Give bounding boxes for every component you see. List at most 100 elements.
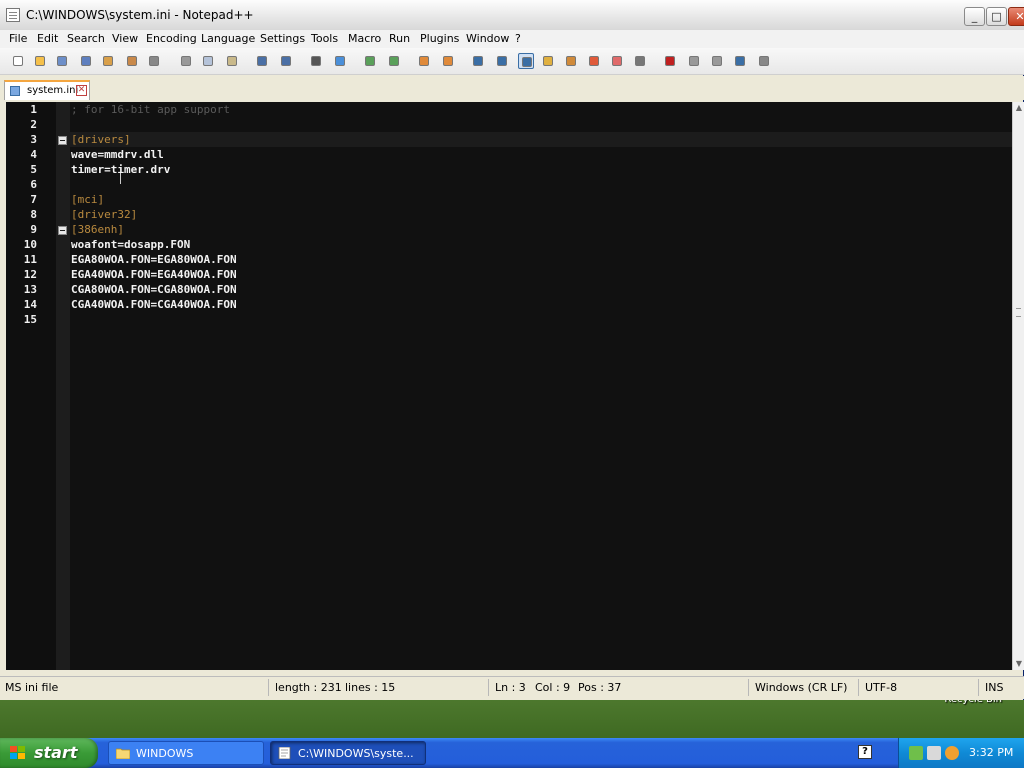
notepad-app-icon[interactable]	[6, 8, 20, 22]
save-all-icon[interactable]	[78, 53, 94, 69]
record-macro-icon[interactable]	[662, 53, 678, 69]
code-line[interactable]: wave=mmdrv.dll	[71, 148, 164, 161]
menu-bar: File Edit Search View Encoding Language …	[0, 30, 1024, 48]
search-icon[interactable]	[945, 746, 959, 760]
function-list-icon[interactable]	[563, 53, 579, 69]
undo-icon[interactable]	[254, 53, 270, 69]
taskbar-item-windows-folder[interactable]: WINDOWS	[108, 741, 264, 765]
scroll-up-icon[interactable]: ▲	[1014, 103, 1024, 113]
status-bar: MS ini file length : 231 lines : 15 Ln :…	[0, 676, 1024, 699]
taskbar-item-notepad[interactable]: C:\WINDOWS\syste...	[270, 741, 426, 765]
monitor-icon[interactable]	[609, 53, 625, 69]
monitor-icon-glyph	[612, 56, 622, 66]
code-line[interactable]: [386enh]	[71, 223, 124, 236]
code-line[interactable]: [mci]	[71, 193, 104, 206]
line-number: 8	[30, 208, 37, 221]
code-editor[interactable]: 1 ; for 16-bit app support 2 3 [drivers] 4 wav…	[6, 102, 1012, 670]
copy-icon[interactable]	[200, 53, 216, 69]
save-icon-glyph	[57, 56, 67, 66]
run-macro-multiple-icon[interactable]	[732, 53, 748, 69]
play-macro-icon[interactable]	[709, 53, 725, 69]
menu-settings[interactable]: Settings	[260, 32, 305, 45]
zoom-out-icon[interactable]	[386, 53, 402, 69]
status-divider	[268, 679, 269, 696]
eye-icon[interactable]	[632, 53, 648, 69]
eye-icon-glyph	[635, 56, 645, 66]
menu-language[interactable]: Language	[201, 32, 255, 45]
status-divider	[488, 679, 489, 696]
menu-file[interactable]: File	[9, 32, 27, 45]
safely-remove-icon[interactable]	[927, 746, 941, 760]
scroll-thumb[interactable]	[1016, 308, 1021, 317]
wrap-icon[interactable]	[470, 53, 486, 69]
sync-h-icon[interactable]	[440, 53, 456, 69]
zoom-out-icon-glyph	[389, 56, 399, 66]
save-macro-icon[interactable]	[756, 53, 772, 69]
menu-help[interactable]: ?	[515, 32, 521, 45]
network-icon[interactable]	[909, 746, 923, 760]
line-number: 7	[30, 193, 37, 206]
menu-run[interactable]: Run	[389, 32, 410, 45]
folder-workspace-icon[interactable]	[586, 53, 602, 69]
menu-search[interactable]: Search	[67, 32, 105, 45]
code-line[interactable]: timer=timer.drv	[71, 163, 170, 176]
fold-margin[interactable]	[56, 102, 70, 670]
title-bar[interactable]: C:\WINDOWS\system.ini - Notepad++ _ □ ✕	[0, 0, 1024, 31]
new-icon[interactable]	[10, 53, 26, 69]
replace-icon[interactable]	[332, 53, 348, 69]
scroll-down-icon[interactable]: ▼	[1014, 659, 1024, 669]
close-all-icon-glyph	[127, 56, 137, 66]
code-line[interactable]: [drivers]	[71, 133, 131, 146]
fold-toggle-icon[interactable]	[58, 136, 67, 145]
save-macro-icon-glyph	[759, 56, 769, 66]
replace-icon-glyph	[335, 56, 345, 66]
print-icon[interactable]	[146, 53, 162, 69]
minimize-button[interactable]: _	[964, 7, 985, 26]
sync-v-icon-glyph	[419, 56, 429, 66]
find-icon[interactable]	[308, 53, 324, 69]
status-ln: Ln : 3	[495, 681, 526, 694]
menu-edit[interactable]: Edit	[37, 32, 58, 45]
stop-macro-icon[interactable]	[686, 53, 702, 69]
code-line[interactable]: [driver32]	[71, 208, 137, 221]
close-button[interactable]: ✕	[1008, 7, 1024, 26]
tab-system-ini[interactable]: system.ini ✕	[4, 80, 90, 100]
doc-map-icon[interactable]	[540, 53, 556, 69]
tab-close-icon[interactable]: ✕	[76, 85, 87, 96]
paste-icon[interactable]	[224, 53, 240, 69]
line-number: 2	[30, 118, 37, 131]
show-all-chars-icon[interactable]	[494, 53, 510, 69]
sync-v-icon[interactable]	[416, 53, 432, 69]
menu-tools[interactable]: Tools	[311, 32, 338, 45]
save-icon[interactable]	[54, 53, 70, 69]
start-button[interactable]: start	[0, 738, 98, 768]
indent-guide-icon[interactable]	[518, 53, 534, 69]
close-icon[interactable]	[100, 53, 116, 69]
code-line[interactable]: CGA40WOA.FON=CGA40WOA.FON	[71, 298, 237, 311]
save-all-icon-glyph	[81, 56, 91, 66]
close-all-icon[interactable]	[124, 53, 140, 69]
code-line[interactable]: ; for 16-bit app support	[71, 103, 230, 116]
cut-icon[interactable]	[178, 53, 194, 69]
status-divider	[748, 679, 749, 696]
clock: 3:32 PM	[969, 746, 1014, 759]
menu-plugins[interactable]: Plugins	[420, 32, 459, 45]
code-line[interactable]: EGA40WOA.FON=EGA40WOA.FON	[71, 268, 237, 281]
indent-guide-icon-glyph	[522, 57, 532, 67]
fold-toggle-icon[interactable]	[58, 226, 67, 235]
maximize-button[interactable]: □	[986, 7, 1007, 26]
menu-encoding[interactable]: Encoding	[146, 32, 197, 45]
menu-window[interactable]: Window	[466, 32, 509, 45]
code-line[interactable]: CGA80WOA.FON=CGA80WOA.FON	[71, 283, 237, 296]
code-line[interactable]: EGA80WOA.FON=EGA80WOA.FON	[71, 253, 237, 266]
help-icon[interactable]: ?	[858, 745, 872, 759]
line-number: 12	[23, 268, 37, 281]
redo-icon[interactable]	[278, 53, 294, 69]
tab-label: system.ini	[27, 85, 79, 96]
zoom-in-icon[interactable]	[362, 53, 378, 69]
code-line[interactable]: woafont=dosapp.FON	[71, 238, 190, 251]
menu-macro[interactable]: Macro	[348, 32, 381, 45]
menu-view[interactable]: View	[112, 32, 138, 45]
vertical-scrollbar[interactable]: ▲ ▼	[1012, 102, 1024, 670]
open-icon[interactable]	[32, 53, 48, 69]
